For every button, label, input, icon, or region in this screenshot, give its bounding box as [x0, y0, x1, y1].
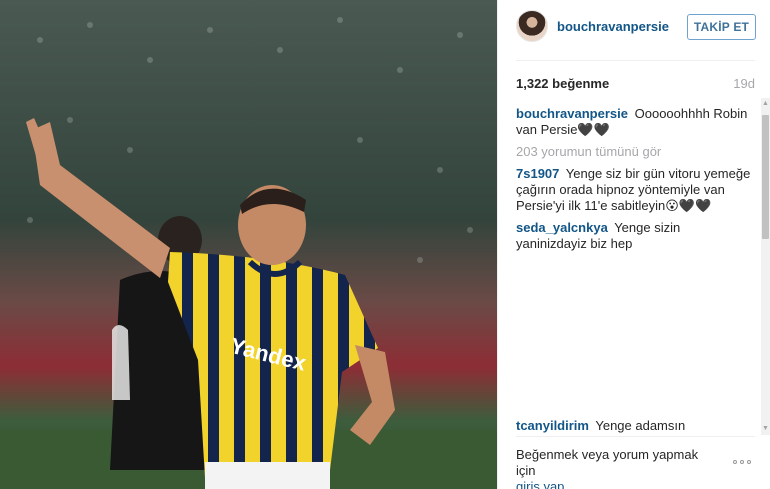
comment-username[interactable]: 7s1907: [516, 166, 559, 181]
login-link[interactable]: giriş yap.: [516, 479, 568, 489]
dot: [740, 460, 744, 464]
caption-username[interactable]: bouchravanpersie: [516, 106, 628, 121]
comments-list[interactable]: bouchravanpersie Oooooohhhh Robin van Pe…: [516, 106, 754, 436]
post-photo[interactable]: Yandex: [0, 0, 497, 489]
login-prompt-text: Beğenmek veya yorum yapmak için: [516, 447, 699, 478]
author-username[interactable]: bouchravanpersie: [557, 19, 669, 34]
post-sidebar: bouchravanpersie TAKİP ET 1,322 beğenme …: [497, 0, 770, 489]
scroll-up-arrow-icon[interactable]: ▲: [762, 100, 769, 108]
dot: [747, 460, 751, 464]
more-options-icon[interactable]: [733, 456, 755, 468]
list-item: seda_yalcnkya Yenge sizin yaninizdayiz b…: [516, 220, 754, 252]
login-prompt: Beğenmek veya yorum yapmak için giriş ya…: [516, 447, 716, 489]
scroll-down-arrow-icon[interactable]: ▼: [762, 425, 769, 433]
post-header: bouchravanpersie TAKİP ET: [498, 0, 770, 52]
view-all-comments-link[interactable]: 203 yorumun tümünü gör: [516, 144, 754, 160]
comment-text: Yenge adamsın: [595, 418, 686, 433]
footer-divider: [516, 436, 755, 437]
post-viewer: Yandex bouchravanpersie TAKİP ET 1,322 b…: [0, 0, 770, 489]
like-count[interactable]: 1,322 beğenme: [516, 76, 609, 91]
post-age[interactable]: 19d: [733, 76, 755, 91]
list-item: 7s1907 Yenge siz bir gün vitoru yemeğe ç…: [516, 166, 754, 214]
comments-scrollbar[interactable]: ▲ ▼: [761, 98, 770, 435]
avatar[interactable]: [516, 10, 548, 42]
comment-username[interactable]: tcanyildirim: [516, 418, 589, 433]
follow-button[interactable]: TAKİP ET: [687, 14, 756, 40]
scroll-thumb[interactable]: [762, 115, 769, 239]
photo-illustration: Yandex: [0, 0, 497, 489]
list-item: tcanyildirim Yenge adamsın: [516, 418, 754, 434]
dot: [733, 460, 737, 464]
caption: bouchravanpersie Oooooohhhh Robin van Pe…: [516, 106, 754, 138]
stats-row: 1,322 beğenme 19d: [516, 75, 755, 91]
header-divider: [516, 60, 755, 61]
comment-username[interactable]: seda_yalcnkya: [516, 220, 608, 235]
